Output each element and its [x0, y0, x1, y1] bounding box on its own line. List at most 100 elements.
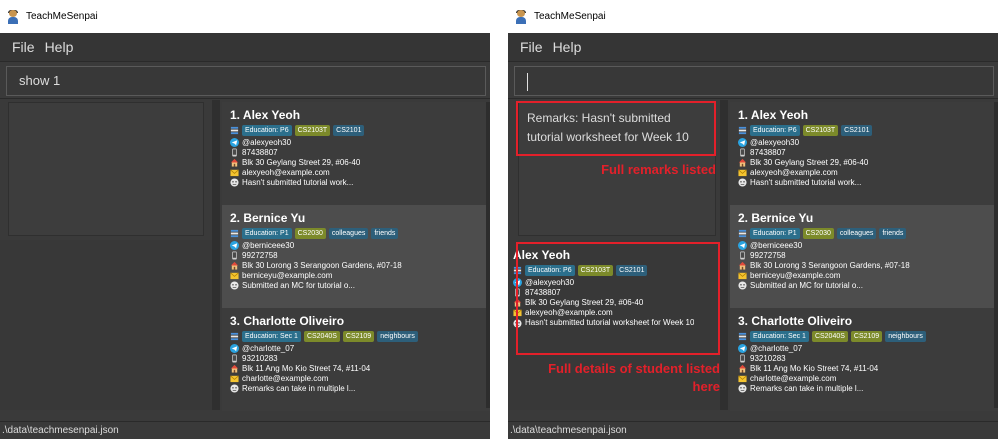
- mail-icon: [738, 271, 747, 280]
- education-tag: Education: Sec 1: [750, 331, 809, 342]
- mail-icon: [738, 374, 747, 383]
- address-row: Blk 30 Geylang Street 29, #06-40: [230, 157, 490, 167]
- address-row: Blk 30 Geylang Street 29, #06-40: [738, 157, 998, 167]
- remark-preview: Submitted an MC for tutorial o...: [242, 280, 355, 290]
- house-icon: [230, 364, 239, 373]
- tag-badge: CS2103T: [294, 125, 331, 136]
- phone-icon: [230, 251, 239, 260]
- remark-row: Submitted an MC for tutorial o...: [230, 280, 490, 290]
- telegram-handle: @charlotte_07: [750, 343, 803, 353]
- status-bar-path: .\data\teachmesenpai.json: [508, 421, 998, 439]
- remark-icon: [230, 384, 239, 393]
- telegram-handle: @berniceee30: [750, 240, 803, 250]
- app-icon: [515, 9, 527, 24]
- mail-icon: [230, 374, 239, 383]
- window-title: TeachMeSenpai: [534, 11, 606, 22]
- phone-number: 99272758: [750, 250, 786, 260]
- telegram-icon: [230, 138, 239, 147]
- student-list[interactable]: 1. Alex Yeoh Education: P6 CS2103T CS2101…: [730, 102, 998, 411]
- telegram-row: @charlotte_07: [738, 343, 998, 353]
- detail-panel: [0, 240, 212, 410]
- remark-preview: Remarks can take in multiple l...: [242, 383, 356, 393]
- command-box: [508, 61, 998, 99]
- student-card[interactable]: 2. Bernice Yu Education: P1 CS2030 collea…: [730, 205, 998, 308]
- student-card[interactable]: 1. Alex Yeoh Education: P6 CS2103T CS2101…: [222, 102, 490, 205]
- mail-icon: [230, 168, 239, 177]
- telegram-icon: [738, 344, 747, 353]
- student-name: 1. Alex Yeoh: [230, 108, 301, 122]
- phone-row: 99272758: [230, 250, 490, 260]
- tags-row: Education: Sec 1 CS2040S CS2109 neighbours: [230, 330, 490, 343]
- email: berniceyu@example.com: [750, 270, 841, 280]
- email: charlotte@example.com: [242, 373, 329, 383]
- menu-file[interactable]: File: [520, 39, 543, 55]
- email: charlotte@example.com: [750, 373, 837, 383]
- tag-badge: CS2103T: [802, 125, 839, 136]
- tag-badge: CS2101: [333, 125, 365, 136]
- student-list[interactable]: 1. Alex Yeoh Education: P6 CS2103T CS2101…: [222, 102, 490, 411]
- email: alexyeoh@example.com: [242, 167, 330, 177]
- address-row: Blk 30 Lorong 3 Serangoon Gardens, #07-1…: [230, 260, 490, 270]
- email: berniceyu@example.com: [242, 270, 333, 280]
- telegram-row: @berniceee30: [230, 240, 490, 250]
- telegram-icon: [738, 138, 747, 147]
- menu-help[interactable]: Help: [553, 39, 582, 55]
- phone-number: 87438807: [242, 147, 278, 157]
- student-name: 2. Bernice Yu: [738, 211, 814, 225]
- menu-bar: File Help: [0, 33, 490, 61]
- tags-row: Education: P1 CS2030 colleagues friends: [230, 227, 490, 240]
- phone-icon: [738, 354, 747, 363]
- phone-row: 93210283: [230, 353, 490, 363]
- menu-help[interactable]: Help: [45, 39, 74, 55]
- phone-row: 99272758: [738, 250, 998, 260]
- education-tag: Education: P6: [242, 125, 292, 136]
- education-icon: [738, 126, 747, 135]
- annotation-remarks-label: Full remarks listed: [601, 162, 716, 177]
- address: Blk 30 Geylang Street 29, #06-40: [750, 157, 869, 167]
- app-icon: [7, 9, 19, 24]
- education-icon: [738, 229, 747, 238]
- remark-preview: Hasn't submitted tutorial work...: [750, 177, 862, 187]
- tag-badge: CS2040S: [811, 331, 848, 342]
- phone-row: 93210283: [738, 353, 998, 363]
- remark-icon: [230, 178, 239, 187]
- menu-file[interactable]: File: [12, 39, 35, 55]
- student-card[interactable]: 3. Charlotte Oliveiro Education: Sec 1 C…: [222, 308, 490, 411]
- command-input[interactable]: [514, 66, 994, 96]
- tag-badge: colleagues: [836, 228, 877, 239]
- phone-row: 87438807: [738, 147, 998, 157]
- remark-icon: [738, 178, 747, 187]
- telegram-icon: [738, 241, 747, 250]
- text-caret: [527, 72, 528, 91]
- remark-row: Hasn't submitted tutorial work...: [738, 177, 998, 187]
- telegram-handle: @berniceee30: [242, 240, 295, 250]
- annotation-box-remarks: [516, 101, 716, 156]
- education-tag: Education: P1: [242, 228, 292, 239]
- education-icon: [230, 126, 239, 135]
- remark-icon: [738, 384, 747, 393]
- email-row: berniceyu@example.com: [230, 270, 490, 280]
- list-scrollbar[interactable]: [486, 102, 490, 408]
- remark-row: Hasn't submitted tutorial work...: [230, 177, 490, 187]
- list-scrollbar[interactable]: [994, 102, 998, 408]
- address: Blk 30 Lorong 3 Serangoon Gardens, #07-1…: [750, 260, 910, 270]
- telegram-handle: @charlotte_07: [242, 343, 295, 353]
- education-tag: Education: Sec 1: [242, 331, 301, 342]
- mail-icon: [738, 168, 747, 177]
- email-row: alexyeoh@example.com: [738, 167, 998, 177]
- education-tag: Education: P1: [750, 228, 800, 239]
- student-card[interactable]: 3. Charlotte Oliveiro Education: Sec 1 C…: [730, 308, 998, 411]
- split-divider[interactable]: [212, 100, 220, 410]
- annotation-details-label: Full details of student listed here: [548, 361, 720, 394]
- student-card[interactable]: 1. Alex Yeoh Education: P6 CS2103T CS2101…: [730, 102, 998, 205]
- command-input[interactable]: show 1: [6, 66, 486, 96]
- telegram-row: @berniceee30: [738, 240, 998, 250]
- education-icon: [230, 332, 239, 341]
- address-row: Blk 11 Ang Mo Kio Street 74, #11-04: [738, 363, 998, 373]
- phone-number: 87438807: [750, 147, 786, 157]
- student-card[interactable]: 2. Bernice Yu Education: P1 CS2030 collea…: [222, 205, 490, 308]
- split-divider[interactable]: [720, 100, 728, 410]
- telegram-row: @alexyeoh30: [230, 137, 490, 147]
- email-row: charlotte@example.com: [230, 373, 490, 383]
- tags-row: Education: P6 CS2103T CS2101: [738, 124, 998, 137]
